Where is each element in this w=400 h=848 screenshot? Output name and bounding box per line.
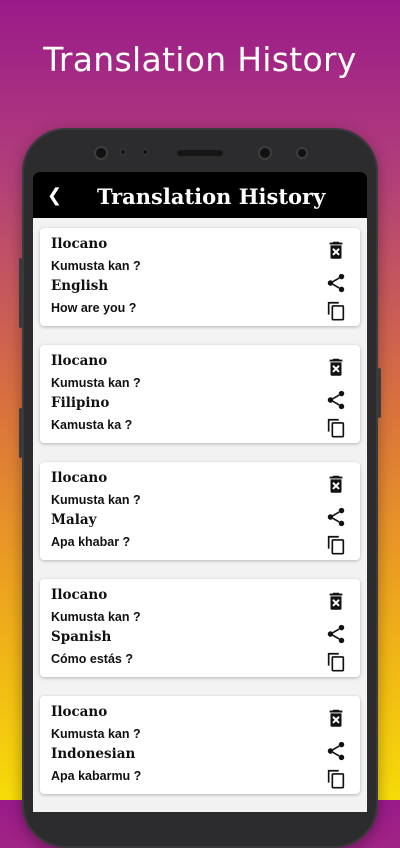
source-language: Ilocano bbox=[51, 353, 108, 369]
share-icon[interactable] bbox=[325, 740, 347, 762]
history-card[interactable]: Ilocano Kumusta kan ? English How are yo… bbox=[40, 228, 360, 326]
target-language: Spanish bbox=[51, 629, 112, 645]
delete-icon[interactable] bbox=[325, 356, 347, 378]
volume-button bbox=[19, 258, 22, 328]
source-text: Kumusta kan ? bbox=[51, 727, 141, 741]
delete-icon[interactable] bbox=[325, 707, 347, 729]
delete-icon[interactable] bbox=[325, 239, 347, 261]
target-language: Malay bbox=[51, 512, 97, 528]
source-language: Ilocano bbox=[51, 236, 108, 252]
copy-icon[interactable] bbox=[325, 417, 347, 439]
source-language: Ilocano bbox=[51, 587, 108, 603]
target-text: Apa khabar ? bbox=[51, 535, 131, 549]
source-text: Kumusta kan ? bbox=[51, 259, 141, 273]
history-card[interactable]: Ilocano Kumusta kan ? Malay Apa khabar ? bbox=[40, 462, 360, 560]
app-bar: ❮ Translation History bbox=[33, 172, 367, 218]
target-language: Filipino bbox=[51, 395, 110, 411]
copy-icon[interactable] bbox=[325, 768, 347, 790]
delete-icon[interactable] bbox=[325, 473, 347, 495]
source-text: Kumusta kan ? bbox=[51, 376, 141, 390]
delete-icon[interactable] bbox=[325, 590, 347, 612]
promo-title: Translation History bbox=[43, 40, 357, 79]
history-card[interactable]: Ilocano Kumusta kan ? Spanish Cómo estás… bbox=[40, 579, 360, 677]
sensor-icon bbox=[142, 149, 148, 155]
side-button bbox=[19, 408, 22, 458]
front-camera-icon bbox=[94, 146, 108, 160]
power-button bbox=[378, 368, 381, 418]
source-language: Ilocano bbox=[51, 470, 108, 486]
source-language: Ilocano bbox=[51, 704, 108, 720]
target-text: Apa kabarmu ? bbox=[51, 769, 142, 783]
target-text: Kamusta ka ? bbox=[51, 418, 133, 432]
share-icon[interactable] bbox=[325, 623, 347, 645]
copy-icon[interactable] bbox=[325, 300, 347, 322]
app-screen: ❮ Translation History Ilocano Kumusta ka… bbox=[33, 172, 367, 812]
sensor-icon bbox=[120, 149, 126, 155]
target-language: English bbox=[51, 278, 109, 294]
page-title: Translation History bbox=[97, 184, 326, 209]
camera-icon bbox=[258, 146, 272, 160]
history-card[interactable]: Ilocano Kumusta kan ? Filipino Kamusta k… bbox=[40, 345, 360, 443]
copy-icon[interactable] bbox=[325, 651, 347, 673]
target-language: Indonesian bbox=[51, 746, 136, 762]
copy-icon[interactable] bbox=[325, 534, 347, 556]
target-text: How are you ? bbox=[51, 301, 137, 315]
source-text: Kumusta kan ? bbox=[51, 610, 141, 624]
back-arrow-icon[interactable]: ❮ bbox=[47, 185, 62, 206]
share-icon[interactable] bbox=[325, 506, 347, 528]
share-icon[interactable] bbox=[325, 272, 347, 294]
target-text: Cómo estás ? bbox=[51, 652, 133, 666]
sensor-icon bbox=[296, 147, 308, 159]
earpiece-speaker bbox=[177, 150, 223, 156]
history-card[interactable]: Ilocano Kumusta kan ? Indonesian Apa kab… bbox=[40, 696, 360, 794]
source-text: Kumusta kan ? bbox=[51, 493, 141, 507]
share-icon[interactable] bbox=[325, 389, 347, 411]
